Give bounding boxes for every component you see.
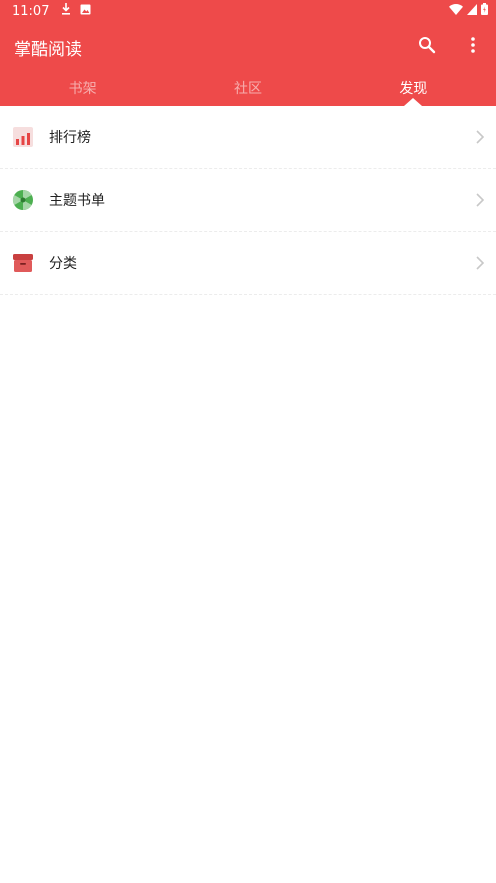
category-box-icon [12,252,34,274]
tab-discover[interactable]: 发现 [331,72,496,106]
list-item-label: 主题书单 [49,193,105,209]
signal-icon [467,3,477,19]
tab-bar: 书架 社区 发现 [0,72,496,106]
more-options-button[interactable] [450,24,496,70]
ranking-chart-icon [12,126,34,148]
more-vert-icon [470,37,476,57]
search-button[interactable] [404,24,450,70]
list-item-label: 分类 [49,256,77,272]
tab-label: 社区 [233,81,262,97]
wifi-icon [449,3,463,19]
status-right-icons [449,3,488,19]
list-item-label: 排行榜 [49,130,91,146]
active-tab-indicator [404,98,423,106]
search-icon [418,36,436,58]
app-bar: 掌酷阅读 [0,22,496,72]
list-item-theme-booklist[interactable]: 主题书单 [0,169,496,232]
app-title: 掌酷阅读 [14,39,82,60]
download-icon [61,3,71,19]
chevron-right-icon [474,192,486,208]
chevron-right-icon [474,129,486,145]
tab-bookshelf[interactable]: 书架 [0,72,165,106]
theme-booklist-icon [12,189,34,211]
status-time: 11:07 [12,3,50,19]
app-bar-actions [404,24,496,70]
status-left-icons [61,3,91,19]
chevron-right-icon [474,255,486,271]
discover-list: 排行榜 主题书单 分类 [0,106,496,295]
list-item-category[interactable]: 分类 [0,232,496,295]
image-icon [80,4,91,19]
battery-icon [481,3,488,19]
tab-label: 发现 [399,81,428,97]
list-item-ranking[interactable]: 排行榜 [0,106,496,169]
tab-label: 书架 [68,81,97,97]
status-bar: 11:07 [0,0,496,22]
tab-community[interactable]: 社区 [165,72,330,106]
